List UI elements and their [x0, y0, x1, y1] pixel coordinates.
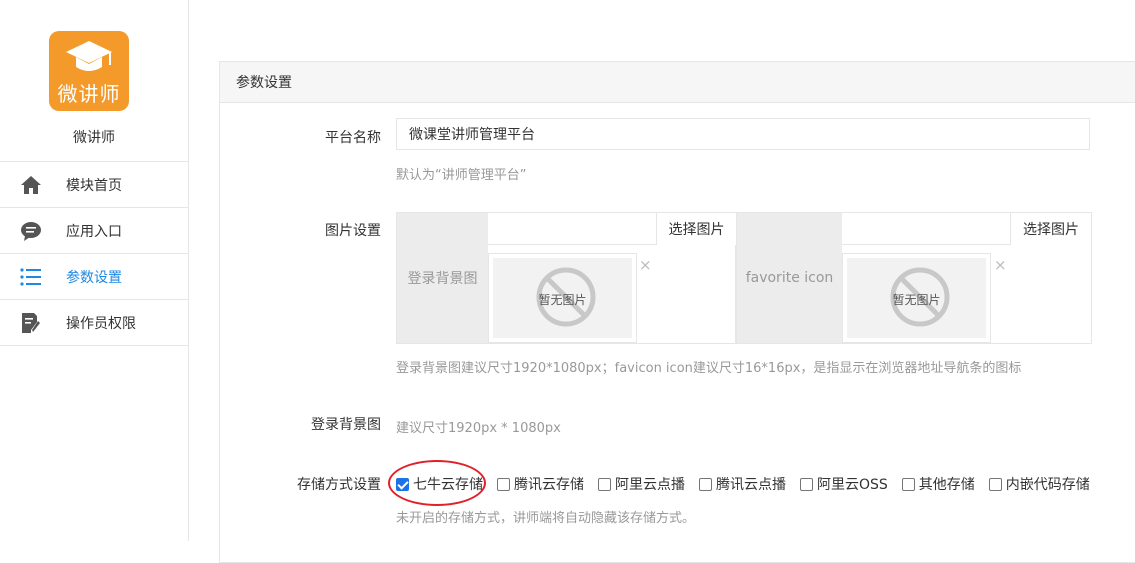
- edit-document-icon: [20, 312, 42, 334]
- storage-option-tencent-cos[interactable]: 腾讯云存储: [497, 474, 584, 494]
- storage-option-label: 腾讯云点播: [716, 477, 786, 493]
- storage-option-label: 七牛云存储: [413, 477, 483, 493]
- checkbox[interactable]: [699, 477, 712, 491]
- login-bg-label: 登录背景图: [311, 417, 381, 433]
- graduation-cap-icon: [66, 41, 112, 71]
- sidebar: 微讲师 微讲师 模块首页 应用入口 参数设置 操作员权限: [0, 0, 189, 541]
- chat-bubble-icon: [20, 220, 42, 242]
- storage-option-label: 阿里云点播: [615, 477, 685, 493]
- panel-title: 参数设置: [220, 62, 1135, 103]
- login-bg-url-input[interactable]: [488, 213, 656, 245]
- login-bg-image-title: 登录背景图: [397, 213, 488, 343]
- app-logo: 微讲师: [49, 31, 129, 111]
- storage-option-aliyun-oss[interactable]: 阿里云OSS: [800, 474, 888, 494]
- storage-option-aliyun-vod[interactable]: 阿里云点播: [598, 474, 685, 494]
- no-image-text: 暂无图片: [538, 293, 587, 307]
- storage-option-label: 其他存储: [918, 477, 975, 493]
- favicon-image-title: favorite icon: [737, 213, 842, 343]
- platform-name-input[interactable]: 微课堂讲师管理平台: [396, 118, 1090, 150]
- sidebar-item-settings[interactable]: 参数设置: [0, 254, 188, 300]
- checkbox[interactable]: [901, 477, 915, 491]
- storage-option-tencent-vod[interactable]: 腾讯云点播: [699, 474, 786, 494]
- storage-help: 未开启的存储方式，讲师端将自动隐藏该存储方式。: [396, 511, 696, 526]
- checkbox[interactable]: [598, 477, 611, 491]
- list-icon: [20, 266, 42, 288]
- sidebar-item-label: 应用入口: [66, 223, 122, 240]
- sidebar-nav: 模块首页 应用入口 参数设置 操作员权限: [0, 161, 188, 346]
- sidebar-item-operator-permissions[interactable]: 操作员权限: [0, 300, 188, 346]
- checkbox[interactable]: [988, 477, 1002, 491]
- platform-name-help: 默认为“讲师管理平台”: [396, 168, 527, 183]
- no-image-text: 暂无图片: [892, 293, 941, 307]
- sidebar-item-label: 模块首页: [66, 177, 122, 194]
- image-settings-label: 图片设置: [325, 223, 381, 239]
- login-bg-help: 建议尺寸1920px * 1080px: [396, 421, 561, 436]
- sidebar-item-home[interactable]: 模块首页: [0, 162, 188, 208]
- home-icon: [20, 174, 42, 196]
- storage-option-label: 阿里云OSS: [817, 477, 888, 493]
- storage-options: 七牛云存储 腾讯云存储 阿里云点播 腾讯云点播 阿里云OSS 其他存储 内嵌代码…: [396, 474, 1090, 494]
- login-bg-image-block: 登录背景图 选择图片 暂无图片: [396, 212, 736, 344]
- logo-text: 微讲师: [57, 82, 121, 106]
- storage-option-label: 内嵌代码存储: [1005, 477, 1090, 493]
- favicon-url-input[interactable]: [842, 213, 1010, 245]
- checkbox[interactable]: [396, 477, 409, 491]
- platform-name-label: 平台名称: [325, 130, 381, 146]
- remove-login-bg-icon[interactable]: ×: [639, 256, 652, 274]
- sidebar-item-app-entry[interactable]: 应用入口: [0, 208, 188, 254]
- choose-favicon-button[interactable]: 选择图片: [1010, 213, 1091, 245]
- app-name: 微讲师: [73, 130, 115, 146]
- storage-label: 存储方式设置: [297, 477, 381, 493]
- remove-favicon-icon[interactable]: ×: [994, 256, 1007, 274]
- choose-login-bg-button[interactable]: 选择图片: [656, 213, 736, 245]
- storage-option-other[interactable]: 其他存储: [901, 474, 975, 494]
- favicon-preview: 暂无图片: [842, 253, 991, 343]
- sidebar-item-label: 参数设置: [66, 269, 122, 286]
- checkbox[interactable]: [800, 477, 813, 491]
- storage-option-qiniu[interactable]: 七牛云存储: [396, 474, 483, 494]
- favicon-image-block: favorite icon 选择图片 暂无图片: [736, 212, 1092, 344]
- storage-option-label: 腾讯云存储: [514, 477, 584, 493]
- login-bg-preview: 暂无图片: [488, 253, 637, 343]
- sidebar-item-label: 操作员权限: [66, 315, 136, 332]
- storage-option-embed-code[interactable]: 内嵌代码存储: [988, 474, 1090, 494]
- checkbox[interactable]: [497, 477, 510, 491]
- image-settings-help: 登录背景图建议尺寸1920*1080px；favicon icon建议尺寸16*…: [396, 361, 1022, 376]
